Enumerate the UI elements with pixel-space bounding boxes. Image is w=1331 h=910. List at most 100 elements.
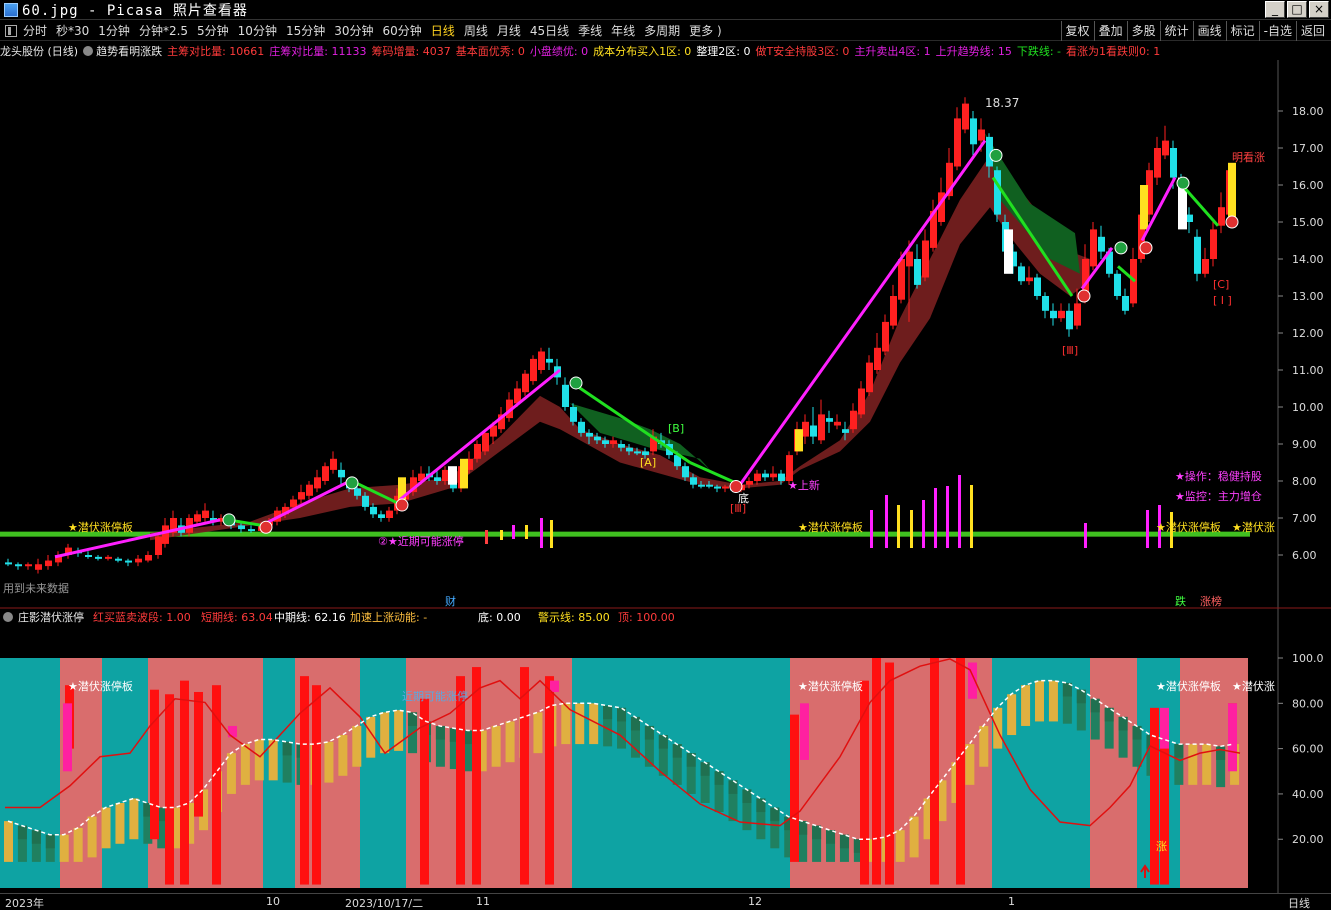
period-tab[interactable]: 更多 ): [689, 22, 722, 39]
period-tab[interactable]: 季线: [578, 22, 602, 39]
period-tab[interactable]: 60分钟: [383, 22, 422, 39]
candle-body: [866, 362, 873, 393]
price-tick-label: 14.00: [1292, 253, 1324, 266]
period-tab[interactable]: 10分钟: [238, 22, 277, 39]
candle-body: [248, 529, 255, 532]
period-tab[interactable]: 1分钟: [98, 22, 130, 39]
buy-sell-signal-icon: [569, 376, 583, 390]
close-button[interactable]: ×: [1309, 1, 1329, 18]
time-axis: 2023年 10 2023/10/17/二 11 12 1 日线: [0, 893, 1331, 910]
period-tab[interactable]: 月线: [497, 22, 521, 39]
uptrend-line: [738, 139, 987, 486]
indicator-name[interactable]: 趋势看明涨跌: [83, 43, 162, 59]
histogram-bar: [505, 721, 515, 763]
period-tab[interactable]: 15分钟: [286, 22, 325, 39]
histogram-bar: [240, 744, 250, 785]
period-tab[interactable]: 45日线: [530, 22, 569, 39]
histogram-bar: [839, 834, 849, 849]
highlight-candle: [1140, 185, 1148, 230]
candle-body: [322, 466, 329, 481]
toolbar-action-button[interactable]: 复权: [1060, 21, 1094, 41]
candle-body: [962, 103, 969, 130]
histogram-bar: [909, 816, 919, 858]
candle-body: [1050, 310, 1057, 319]
signal-spike: [956, 658, 965, 885]
toolbar-action-button[interactable]: -自选: [1258, 21, 1296, 41]
histogram-bar: [338, 735, 348, 776]
toolbar-action-button[interactable]: 多股: [1126, 21, 1160, 41]
indicator-value: 主筹对比量: 10661: [167, 45, 265, 58]
high-price-label: 18.37: [985, 96, 1019, 110]
candle-body: [826, 418, 833, 422]
candle-body: [25, 564, 32, 567]
candle-body: [474, 444, 481, 459]
histogram-bar: [45, 834, 55, 849]
volume-bar: [525, 525, 528, 539]
subpanel-value: 中期线: 62.16: [274, 610, 346, 624]
wave-b-label: [B]: [668, 422, 684, 435]
price-tick-label: 13.00: [1292, 290, 1324, 303]
candle-body: [1098, 236, 1105, 252]
period-tab[interactable]: 年线: [611, 22, 635, 39]
candle-body: [538, 351, 545, 370]
rise-label: 涨: [1156, 840, 1167, 853]
minimize-button[interactable]: _: [1265, 1, 1285, 18]
histogram-bar: [895, 830, 905, 862]
candle-body: [754, 473, 761, 481]
candle-body: [954, 118, 961, 167]
period-tab[interactable]: 日线: [431, 22, 455, 39]
price-tick-label: 18.00: [1292, 105, 1324, 118]
toolbar-action-button[interactable]: 返回: [1295, 21, 1329, 41]
panel-toggle-icon[interactable]: [5, 24, 17, 37]
candle-body: [978, 129, 985, 141]
candle-body: [546, 358, 553, 363]
momentum-block: [550, 680, 559, 692]
histogram-bar: [87, 816, 97, 858]
time-tick-label: 12: [748, 895, 762, 908]
period-tab[interactable]: 分钟*2.5: [139, 22, 188, 39]
candle-body: [330, 458, 337, 470]
candle-body: [202, 510, 209, 518]
histogram-bar: [993, 707, 1003, 749]
period-tab[interactable]: 5分钟: [197, 22, 229, 39]
period-tab[interactable]: 30分钟: [334, 22, 373, 39]
histogram-bar: [1090, 698, 1100, 713]
period-tab[interactable]: 周线: [464, 22, 488, 39]
signal-spike: [312, 685, 321, 885]
wave-c-label: [C]: [1213, 278, 1229, 291]
buy-sell-signal-icon: [1077, 289, 1091, 303]
sub-tick-label: 60.00: [1292, 743, 1324, 756]
candle-body: [1042, 296, 1049, 311]
toolbar-action-button[interactable]: 叠加: [1093, 21, 1127, 41]
circle-chevron-icon: [3, 612, 13, 622]
candle-body: [602, 440, 609, 444]
period-tab[interactable]: 秒*30: [56, 22, 89, 39]
chart-area[interactable]: 18.00 17.00 16.00 15.00 14.00 13.00 12.00 11.00…: [0, 60, 1331, 893]
candle-body: [35, 564, 42, 570]
period-tab[interactable]: 多周期: [644, 22, 680, 39]
indicator-values: 主筹对比量: 10661 庄筹对比量: 11133 筹码增量: 4037 基本面优秀:…: [167, 43, 1165, 59]
volume-bar: [970, 485, 973, 548]
histogram-bar: [17, 825, 27, 840]
momentum-block: [228, 725, 237, 738]
candle-body: [386, 510, 393, 518]
momentum-block: [1228, 703, 1237, 772]
sub-tick-label: 100.0: [1292, 652, 1324, 665]
title-bar: 60.jpg - Picasa 照片查看器 _ □ ×: [0, 0, 1331, 20]
candle-body: [298, 492, 305, 500]
candle-body: [634, 451, 641, 454]
candle-body: [1186, 214, 1193, 222]
toolbar-action-button[interactable]: 统计: [1159, 21, 1193, 41]
candle-body: [85, 555, 92, 557]
maximize-button[interactable]: □: [1287, 1, 1307, 18]
candle-body: [522, 373, 529, 393]
candle-body: [125, 560, 132, 563]
candle-body: [610, 440, 617, 444]
signal-spike: [1150, 707, 1159, 885]
buy-sell-signal-icon: [1176, 176, 1190, 190]
candle-body: [314, 477, 321, 489]
period-tab[interactable]: 分时: [23, 22, 47, 39]
candle-body: [1218, 207, 1225, 226]
toolbar-action-button[interactable]: 画线: [1192, 21, 1226, 41]
toolbar-action-button[interactable]: 标记: [1225, 21, 1259, 41]
